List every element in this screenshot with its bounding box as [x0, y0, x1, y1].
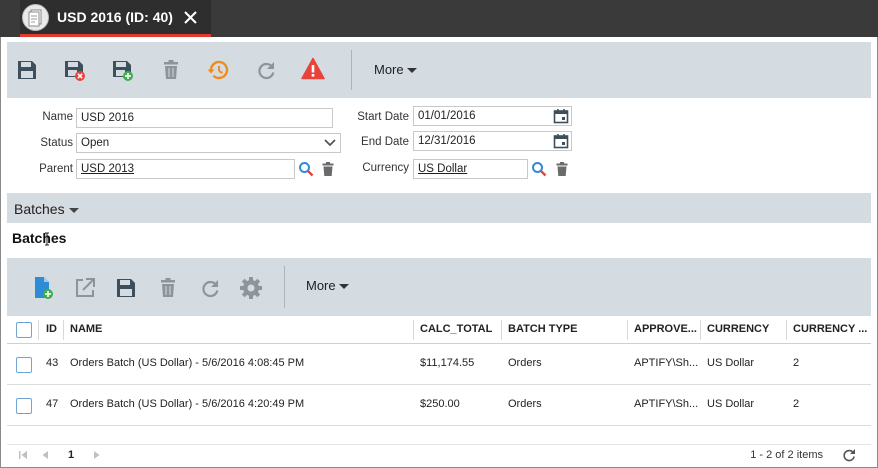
currency-label: Currency: [362, 162, 409, 174]
save-and-new-icon[interactable]: [111, 58, 135, 82]
column-divider: [63, 320, 64, 340]
column-header-approver[interactable]: APPROVE...: [634, 316, 700, 344]
trash-icon[interactable]: [320, 161, 336, 177]
batches-section-title: Batches: [12, 230, 67, 246]
chevron-down-icon: [338, 284, 349, 290]
first-page-icon[interactable]: [18, 449, 28, 464]
history-icon[interactable]: [206, 58, 230, 82]
search-icon[interactable]: [298, 161, 314, 177]
row-checkbox[interactable]: [16, 357, 32, 373]
record-form: Name USD 2016 Status Open Parent USD 201…: [7, 98, 871, 193]
end-date-field[interactable]: 12/31/2016: [413, 131, 572, 151]
column-divider: [38, 320, 39, 340]
end-date-value: 12/31/2016: [418, 135, 476, 147]
column-divider: [413, 320, 414, 340]
parent-lookup-field[interactable]: USD 2013: [76, 159, 295, 179]
record-tab[interactable]: USD 2016 (ID: 40): [20, 0, 211, 37]
status-select[interactable]: Open: [76, 133, 341, 153]
start-date-label: Start Date: [357, 111, 409, 123]
open-external-icon[interactable]: [73, 276, 97, 300]
save-icon[interactable]: [114, 276, 138, 300]
document-icon: [22, 4, 49, 31]
cell-batch-type: Orders: [508, 398, 542, 410]
cell-id: 43: [46, 357, 59, 369]
start-date-field[interactable]: 01/01/2016: [413, 106, 572, 126]
new-record-icon[interactable]: [31, 276, 55, 300]
cell-currency-id: 2: [793, 357, 800, 369]
column-divider: [501, 320, 502, 340]
parent-label: Parent: [39, 163, 73, 175]
batches-tab-dropdown[interactable]: Batches: [14, 201, 79, 217]
end-date-label: End Date: [361, 136, 409, 148]
batches-tab-bar: Batches: [7, 193, 871, 223]
calendar-icon[interactable]: [553, 133, 569, 149]
title-bar: USD 2016 (ID: 40): [0, 0, 878, 37]
cell-calc-total: $250.00: [420, 398, 460, 410]
start-date-value: 01/01/2016: [418, 110, 476, 122]
grid-refresh-icon[interactable]: [841, 447, 857, 463]
cell-currency: US Dollar: [707, 357, 755, 369]
batches-grid: ID NAME CALC_TOTAL BATCH TYPE APPROVE...…: [7, 316, 871, 444]
delete-icon[interactable]: [156, 276, 180, 300]
name-field[interactable]: USD 2016: [76, 108, 333, 128]
chevron-down-icon: [68, 207, 79, 213]
batches-more-menu-button[interactable]: More: [306, 278, 349, 293]
column-divider: [627, 320, 628, 340]
column-header-currency[interactable]: CURRENCY: [707, 316, 783, 344]
cell-calc-total: $11,174.55: [420, 357, 475, 369]
column-header-batch-type[interactable]: BATCH TYPE: [508, 316, 618, 344]
trash-icon[interactable]: [554, 161, 570, 177]
column-divider: [786, 320, 787, 340]
more-menu-button[interactable]: More: [374, 62, 417, 77]
column-divider: [700, 320, 701, 340]
cell-approver: APTIFY\Sh...: [634, 398, 699, 410]
name-label: Name: [42, 111, 73, 123]
cell-batch-type: Orders: [508, 357, 542, 369]
warning-icon[interactable]: [301, 57, 325, 81]
column-header-currency-id[interactable]: CURRENCY ...: [793, 316, 869, 344]
record-toolbar: More: [7, 42, 871, 98]
select-all-checkbox[interactable]: [16, 322, 32, 338]
table-row[interactable]: 47 Orders Batch (US Dollar) - 5/6/2016 4…: [7, 385, 871, 426]
delete-icon[interactable]: [159, 58, 183, 82]
parent-link[interactable]: USD 2013: [81, 163, 134, 175]
row-checkbox[interactable]: [16, 398, 32, 414]
column-header-name[interactable]: NAME: [70, 316, 400, 344]
cell-id: 47: [46, 398, 59, 410]
toolbar-separator: [284, 266, 285, 308]
cell-currency-id: 2: [793, 398, 800, 410]
cell-approver: APTIFY\Sh...: [634, 357, 699, 369]
current-page-number[interactable]: 1: [68, 449, 74, 461]
currency-link[interactable]: US Dollar: [418, 163, 467, 175]
save-icon[interactable]: [15, 58, 39, 82]
pager-info: 1 - 2 of 2 items: [750, 449, 823, 461]
column-header-calc-total[interactable]: CALC_TOTAL: [420, 316, 498, 344]
next-page-icon[interactable]: [92, 449, 102, 464]
grid-header: ID NAME CALC_TOTAL BATCH TYPE APPROVE...…: [7, 316, 871, 344]
previous-page-icon[interactable]: [40, 449, 50, 464]
table-row[interactable]: 43 Orders Batch (US Dollar) - 5/6/2016 4…: [7, 344, 871, 385]
status-label: Status: [40, 137, 73, 149]
batches-toolbar: More: [7, 258, 871, 316]
tab-title: USD 2016 (ID: 40): [57, 9, 173, 25]
grid-pager: 1 1 - 2 of 2 items: [7, 444, 871, 466]
toolbar-separator: [351, 50, 352, 90]
refresh-icon[interactable]: [198, 276, 222, 300]
text-cursor-icon: [45, 232, 49, 246]
status-value: Open: [81, 137, 110, 149]
cell-name: Orders Batch (US Dollar) - 5/6/2016 4:08…: [70, 357, 305, 369]
settings-icon[interactable]: [239, 276, 263, 300]
calendar-icon[interactable]: [553, 108, 569, 124]
currency-lookup-field[interactable]: US Dollar: [413, 159, 528, 179]
refresh-icon[interactable]: [254, 58, 278, 82]
cell-name: Orders Batch (US Dollar) - 5/6/2016 4:20…: [70, 398, 305, 410]
close-icon[interactable]: [183, 7, 199, 27]
cell-currency: US Dollar: [707, 398, 755, 410]
chevron-down-icon: [324, 139, 336, 147]
chevron-down-icon: [406, 68, 417, 74]
save-and-close-icon[interactable]: [63, 58, 87, 82]
search-icon[interactable]: [531, 161, 547, 177]
tab-active-indicator: [20, 34, 211, 37]
